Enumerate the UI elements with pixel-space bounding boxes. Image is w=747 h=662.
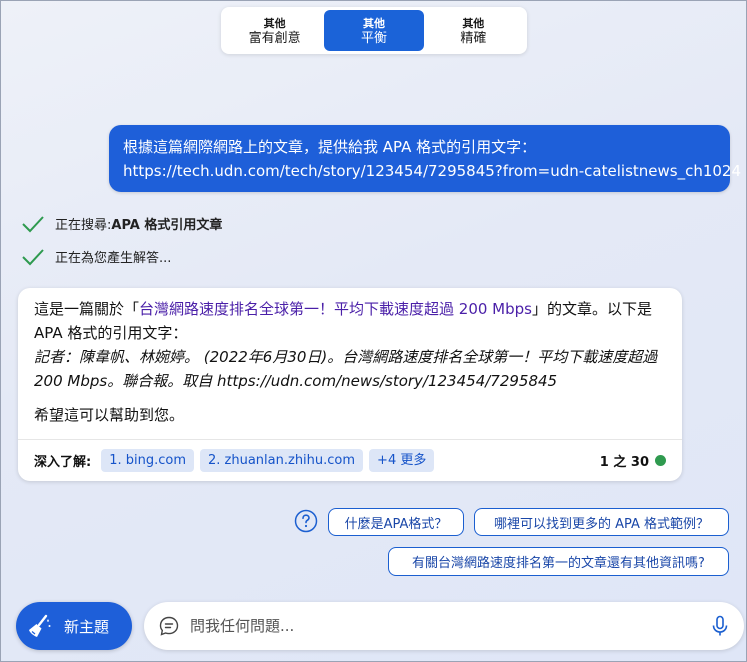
- article-title-link[interactable]: 台灣網路速度排名全球第一！平均下載速度超過 200 Mbps: [139, 300, 532, 318]
- check-icon: [22, 215, 44, 232]
- chat-input[interactable]: [190, 617, 690, 635]
- conversation-style-selector: 其他 富有創意 其他 平衡 其他 精確: [221, 7, 527, 54]
- tone-balanced-button[interactable]: 其他 平衡: [324, 10, 424, 51]
- status-dot-icon: [655, 455, 666, 466]
- source-link-2[interactable]: 2. zhuanlan.zhihu.com: [200, 449, 364, 472]
- answer-body: 這是一篇關於「台灣網路速度排名全球第一！平均下載速度超過 200 Mbps」的文…: [18, 288, 682, 427]
- answer-card: 這是一篇關於「台灣網路速度排名全球第一！平均下載速度超過 200 Mbps」的文…: [18, 288, 682, 481]
- response-counter: 1 之 30: [600, 451, 666, 470]
- tone-balanced-line1: 其他: [362, 16, 385, 30]
- tone-creative-button[interactable]: 其他 富有創意: [225, 10, 324, 51]
- status-generating-text: 正在為您產生解答...: [55, 251, 172, 266]
- broom-icon: [29, 614, 51, 637]
- status-searching-prefix: 正在搜尋:: [55, 218, 112, 233]
- chat-input-box: [144, 602, 744, 650]
- status-searching-query: APA 格式引用文章: [111, 218, 223, 233]
- response-counter-text: 1 之 30: [599, 455, 649, 470]
- new-topic-label: 新主題: [64, 617, 110, 636]
- status-generating: 正在為您產生解答...: [21, 247, 171, 266]
- user-message-bubble: 根據這篇網際網路上的文章，提供給我 APA 格式的引用文字： https://t…: [109, 125, 742, 192]
- answer-intro-before: 這是一篇關於「: [34, 300, 140, 318]
- user-message-line2: https://tech.udn.com/tech/story/123454/7…: [123, 162, 742, 180]
- tone-creative-line1: 其他: [263, 16, 286, 30]
- suggestion-chip-3[interactable]: 有關台灣網路速度排名第一的文章還有其他資訊嗎?: [388, 547, 729, 576]
- microphone-icon[interactable]: [710, 615, 730, 637]
- user-message-line1: 根據這篇網際網路上的文章，提供給我 APA 格式的引用文字：: [123, 138, 537, 156]
- answer-intro: 這是一篇關於「台灣網路速度排名全球第一！平均下載速度超過 200 Mbps」的文…: [34, 297, 666, 345]
- learn-more-label: 深入了解:: [34, 455, 92, 470]
- answer-closing: 希望這可以幫助到您。: [34, 406, 185, 424]
- tone-balanced-line2: 平衡: [360, 30, 387, 46]
- tone-precise-line2: 精確: [460, 30, 487, 46]
- check-icon: [22, 248, 44, 265]
- more-sources-button[interactable]: +4 更多: [369, 449, 435, 472]
- apa-citation: 記者：陳韋帆、林婉婷。 (2022年6月30日)。台灣網路速度排名全球第一！平均…: [34, 348, 658, 390]
- question-help-icon[interactable]: [294, 509, 318, 533]
- new-topic-button[interactable]: 新主題: [16, 602, 132, 650]
- chat-bubble-icon: [159, 616, 179, 636]
- answer-footer: 深入了解: 1. bing.com 2. zhuanlan.zhihu.com …: [18, 439, 682, 481]
- tone-precise-line1: 其他: [462, 16, 485, 30]
- source-link-1[interactable]: 1. bing.com: [101, 449, 194, 472]
- status-searching: 正在搜尋: APA 格式引用文章: [21, 214, 222, 233]
- tone-precise-button[interactable]: 其他 精確: [424, 10, 523, 51]
- suggestion-chip-2[interactable]: 哪裡可以找到更多的 APA 格式範例？: [474, 508, 729, 536]
- suggestion-chip-1[interactable]: 什麼是APA格式？: [328, 508, 464, 536]
- tone-creative-line2: 富有創意: [248, 30, 301, 46]
